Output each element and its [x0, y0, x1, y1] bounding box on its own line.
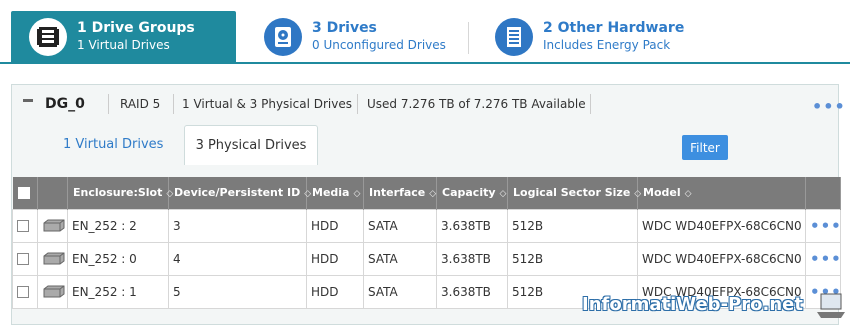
cell-model: WDC WD40EFPX-68C6CN0	[637, 241, 806, 276]
row-checkbox[interactable]	[17, 253, 29, 265]
cell-enclosure-slot: EN_252 : 2	[67, 208, 169, 243]
summary-tabs: 1 Drive Groups 1 Virtual Drives 3 Drives…	[0, 0, 850, 66]
cell-device-id: 3	[168, 208, 307, 243]
cell-enclosure-slot: EN_252 : 1	[67, 274, 169, 309]
column-header-device-id[interactable]: Device/Persistent ID ◇	[168, 177, 311, 209]
tab-divider	[468, 22, 469, 54]
tab-virtual-drives[interactable]: 1 Virtual Drives	[63, 125, 163, 165]
tab-other-hardware[interactable]: 2 Other Hardware Includes Energy Pack	[477, 11, 684, 62]
hdd-icon-cell	[37, 274, 68, 309]
icon-column-header	[37, 177, 68, 209]
table-header-row: Enclosure:Slot ◇ Device/Persistent ID ◇ Me…	[12, 177, 841, 209]
column-header-interface[interactable]: Interface ◇	[363, 177, 437, 209]
row-select-cell	[12, 208, 38, 243]
hdd-icon-cell	[37, 241, 68, 276]
hdd-icon	[43, 285, 65, 298]
column-header-media[interactable]: Media ◇	[306, 177, 364, 209]
row-more-icon[interactable]: •••	[810, 250, 840, 268]
watermark: InformatiWeb-Pro.net	[582, 282, 850, 325]
cell-enclosure-slot: EN_252 : 0	[67, 241, 169, 276]
select-all-checkbox[interactable]	[17, 187, 30, 200]
divider	[108, 94, 109, 114]
column-header-sector-size[interactable]: Logical Sector Size ◇	[507, 177, 642, 209]
drive-group-name: DG_0	[45, 96, 85, 112]
sort-icon: ◇	[684, 189, 692, 200]
cell-media: HDD	[306, 241, 364, 276]
cell-capacity: 3.638TB	[436, 274, 508, 309]
sort-icon: ◇	[634, 189, 642, 200]
cell-sector-size: 512B	[507, 241, 638, 276]
tab-underline	[0, 62, 850, 64]
cell-capacity: 3.638TB	[436, 208, 508, 243]
server-icon	[495, 17, 533, 56]
cell-media: HDD	[306, 208, 364, 243]
drive-group-header: DG_0 RAID 5 1 Virtual & 3 Physical Drive…	[12, 85, 845, 123]
divider	[357, 94, 358, 114]
cell-interface: SATA	[363, 208, 437, 243]
column-header-capacity[interactable]: Capacity ◇	[436, 177, 508, 209]
hdd-icon-cell	[37, 208, 68, 243]
cell-model: WDC WD40EFPX-68C6CN0	[637, 208, 806, 243]
drive-summary: 1 Virtual & 3 Physical Drives	[182, 97, 352, 111]
sort-icon: ◇	[166, 189, 174, 200]
cell-interface: SATA	[363, 241, 437, 276]
more-options-icon[interactable]: •••	[812, 97, 846, 116]
tab-drives[interactable]: 3 Drives 0 Unconfigured Drives	[246, 11, 446, 62]
tab-title: 2 Other Hardware	[543, 19, 685, 36]
column-header-model[interactable]: Model ◇	[637, 177, 806, 209]
sort-icon: ◇	[304, 189, 312, 200]
hard-drive-icon	[264, 17, 302, 56]
filter-button[interactable]: Filter	[682, 135, 728, 160]
select-all-cell	[12, 177, 38, 209]
table-row[interactable]: EN_252 : 0 4 HDD SATA 3.638TB 512B WDC W…	[12, 241, 841, 276]
cell-capacity: 3.638TB	[436, 241, 508, 276]
cell-media: HDD	[306, 274, 364, 309]
actions-column-header	[805, 177, 841, 209]
tab-subtitle: 0 Unconfigured Drives	[312, 37, 446, 52]
tab-title: 1 Drive Groups	[77, 19, 195, 36]
hdd-icon	[43, 252, 65, 265]
collapse-icon[interactable]	[23, 99, 33, 102]
hdd-icon	[43, 219, 65, 232]
row-checkbox[interactable]	[17, 220, 29, 232]
row-actions-cell: •••	[805, 241, 841, 276]
laptop-icon	[817, 293, 845, 318]
drive-groups-icon	[29, 17, 67, 56]
row-select-cell	[12, 274, 38, 309]
capacity-usage: Used 7.276 TB of 7.276 TB Available	[367, 97, 586, 111]
row-more-icon[interactable]: •••	[810, 217, 840, 235]
cell-device-id: 5	[168, 274, 307, 309]
raid-level: RAID 5	[120, 97, 161, 111]
row-actions-cell: •••	[805, 208, 841, 243]
sort-icon: ◇	[429, 189, 437, 200]
tab-title: 3 Drives	[312, 19, 377, 36]
divider	[173, 94, 174, 114]
tab-subtitle: 1 Virtual Drives	[77, 37, 170, 52]
watermark-text: InformatiWeb-Pro.net	[582, 294, 803, 315]
sort-icon: ◇	[353, 189, 361, 200]
tab-physical-drives[interactable]: 3 Physical Drives	[184, 125, 318, 165]
table-row[interactable]: EN_252 : 2 3 HDD SATA 3.638TB 512B WDC W…	[12, 208, 841, 243]
tab-drive-groups[interactable]: 1 Drive Groups 1 Virtual Drives	[11, 11, 236, 62]
divider	[590, 94, 591, 114]
row-checkbox[interactable]	[17, 286, 29, 298]
tab-subtitle: Includes Energy Pack	[543, 37, 671, 52]
cell-sector-size: 512B	[507, 208, 638, 243]
cell-device-id: 4	[168, 241, 307, 276]
cell-interface: SATA	[363, 274, 437, 309]
sort-icon: ◇	[499, 189, 507, 200]
row-select-cell	[12, 241, 38, 276]
column-header-enclosure-slot[interactable]: Enclosure:Slot ◇	[67, 177, 173, 209]
